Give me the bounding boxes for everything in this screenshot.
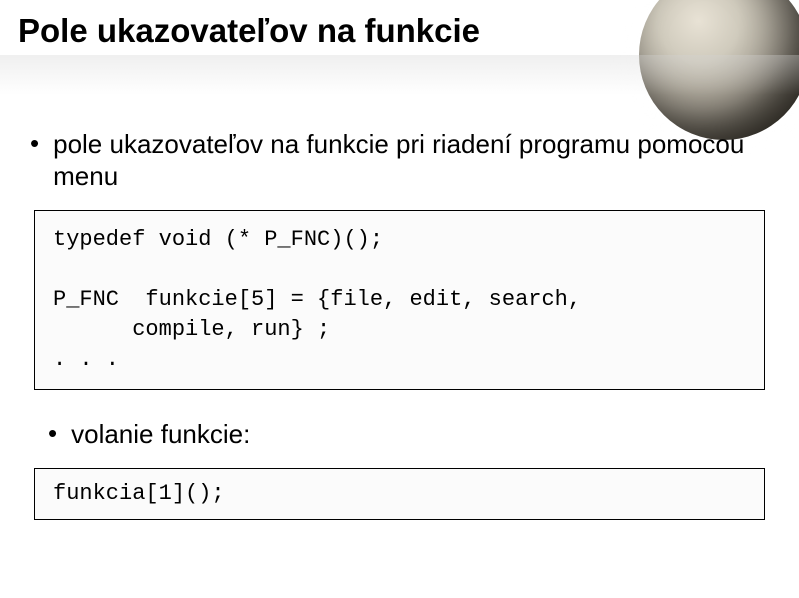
- slide-title: Pole ukazovateľov na funkcie: [0, 0, 799, 58]
- bullet-text: pole ukazovateľov na funkcie pri riadení…: [53, 128, 771, 192]
- bullet-text: volanie funkcie:: [71, 418, 250, 450]
- code-line: funkcia[1]();: [53, 479, 746, 509]
- bullet-dot-icon: •: [30, 128, 39, 158]
- code-block-2: funkcia[1]();: [34, 468, 765, 520]
- code-line: compile, run} ;: [53, 315, 746, 345]
- bullet-item-1: • pole ukazovateľov na funkcie pri riade…: [28, 128, 771, 192]
- code-line: . . .: [53, 345, 746, 375]
- code-blank-line: [53, 255, 746, 285]
- slide-content: • pole ukazovateľov na funkcie pri riade…: [0, 58, 799, 520]
- code-block-1: typedef void (* P_FNC)(); P_FNC funkcie[…: [34, 210, 765, 390]
- code-line: P_FNC funkcie[5] = {file, edit, search,: [53, 285, 746, 315]
- code-line: typedef void (* P_FNC)();: [53, 225, 746, 255]
- bullet-dot-icon: •: [48, 418, 57, 448]
- bullet-item-2: • volanie funkcie:: [28, 418, 771, 450]
